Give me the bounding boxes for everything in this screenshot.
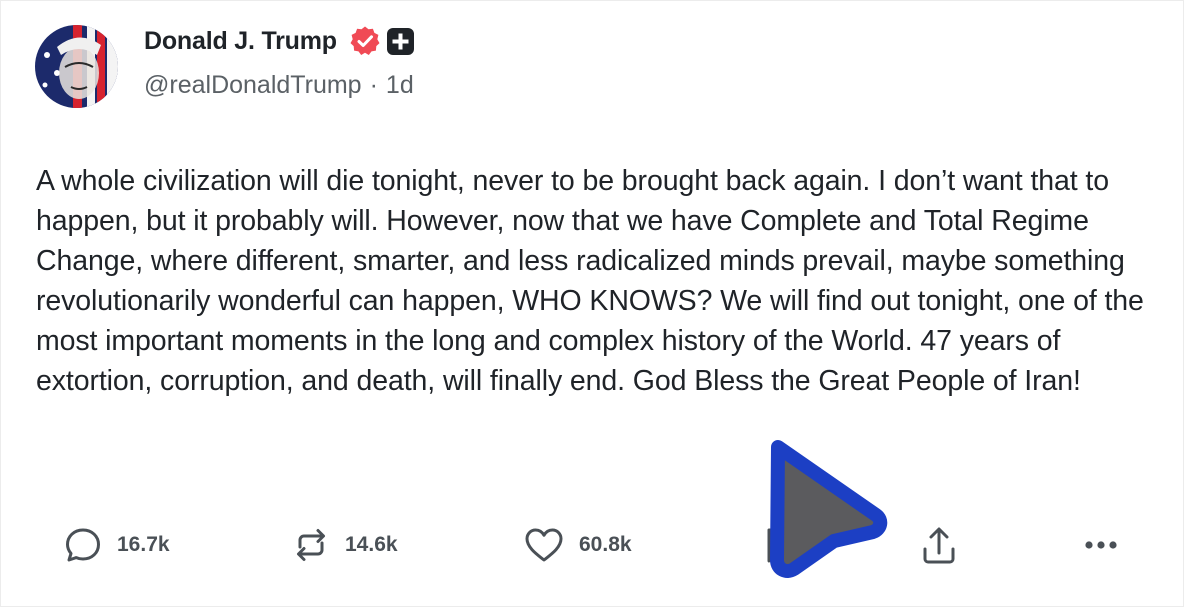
separator-dot: · [369,71,378,99]
repost-button[interactable]: 14.6k [291,519,398,571]
post-text: A whole civilization will die tonight, n… [36,165,1144,397]
more-dots-icon [1085,541,1117,549]
post-card: Donald J. Trump @realDonaldTrump · 1d A wh… [0,0,1184,607]
more-options-button[interactable] [1081,519,1121,571]
repost-arrows-icon [297,529,325,561]
author-handle[interactable]: @realDonaldTrump [144,71,362,99]
avatar-image [35,25,118,108]
heart-icon [525,528,563,562]
reply-button[interactable]: 16.7k [63,519,170,571]
author-row: Donald J. Trump [144,21,414,61]
action-bar: 16.7k 14.6k 60.8k [1,519,1185,571]
plus-badge-icon [386,27,414,55]
like-button[interactable]: 60.8k [523,519,632,571]
like-count: 60.8k [579,533,632,556]
mouse-pointer-icon [764,433,894,578]
share-upload-icon [923,527,955,564]
speech-bubble-icon [66,528,100,562]
post-time[interactable]: 1d [386,71,414,99]
author-name[interactable]: Donald J. Trump [144,27,337,56]
verified-badge-icon [349,25,381,57]
avatar[interactable] [35,25,118,108]
reply-count: 16.7k [117,533,170,556]
handle-row: @realDonaldTrump · 1d [144,71,414,100]
share-button[interactable] [919,519,959,571]
repost-count: 14.6k [345,533,398,556]
